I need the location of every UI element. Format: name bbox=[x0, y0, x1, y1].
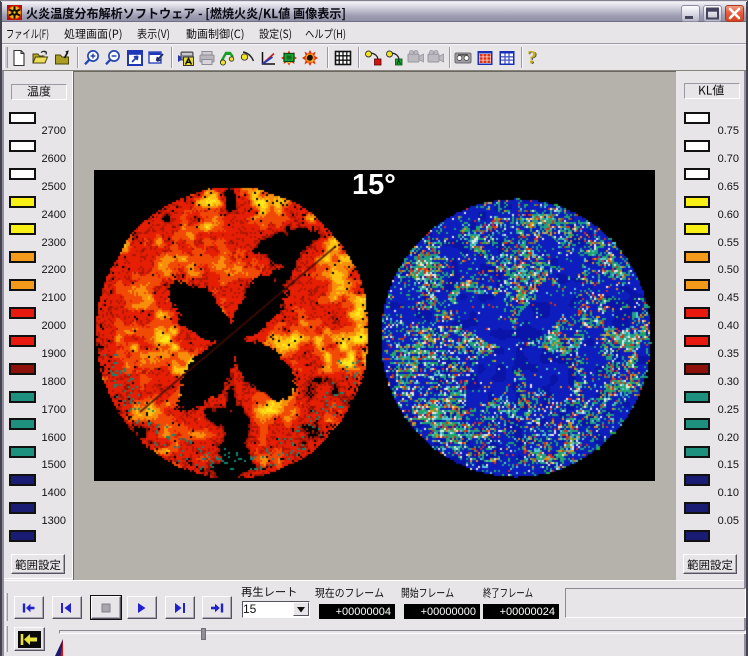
svg-text:?: ? bbox=[527, 49, 537, 67]
